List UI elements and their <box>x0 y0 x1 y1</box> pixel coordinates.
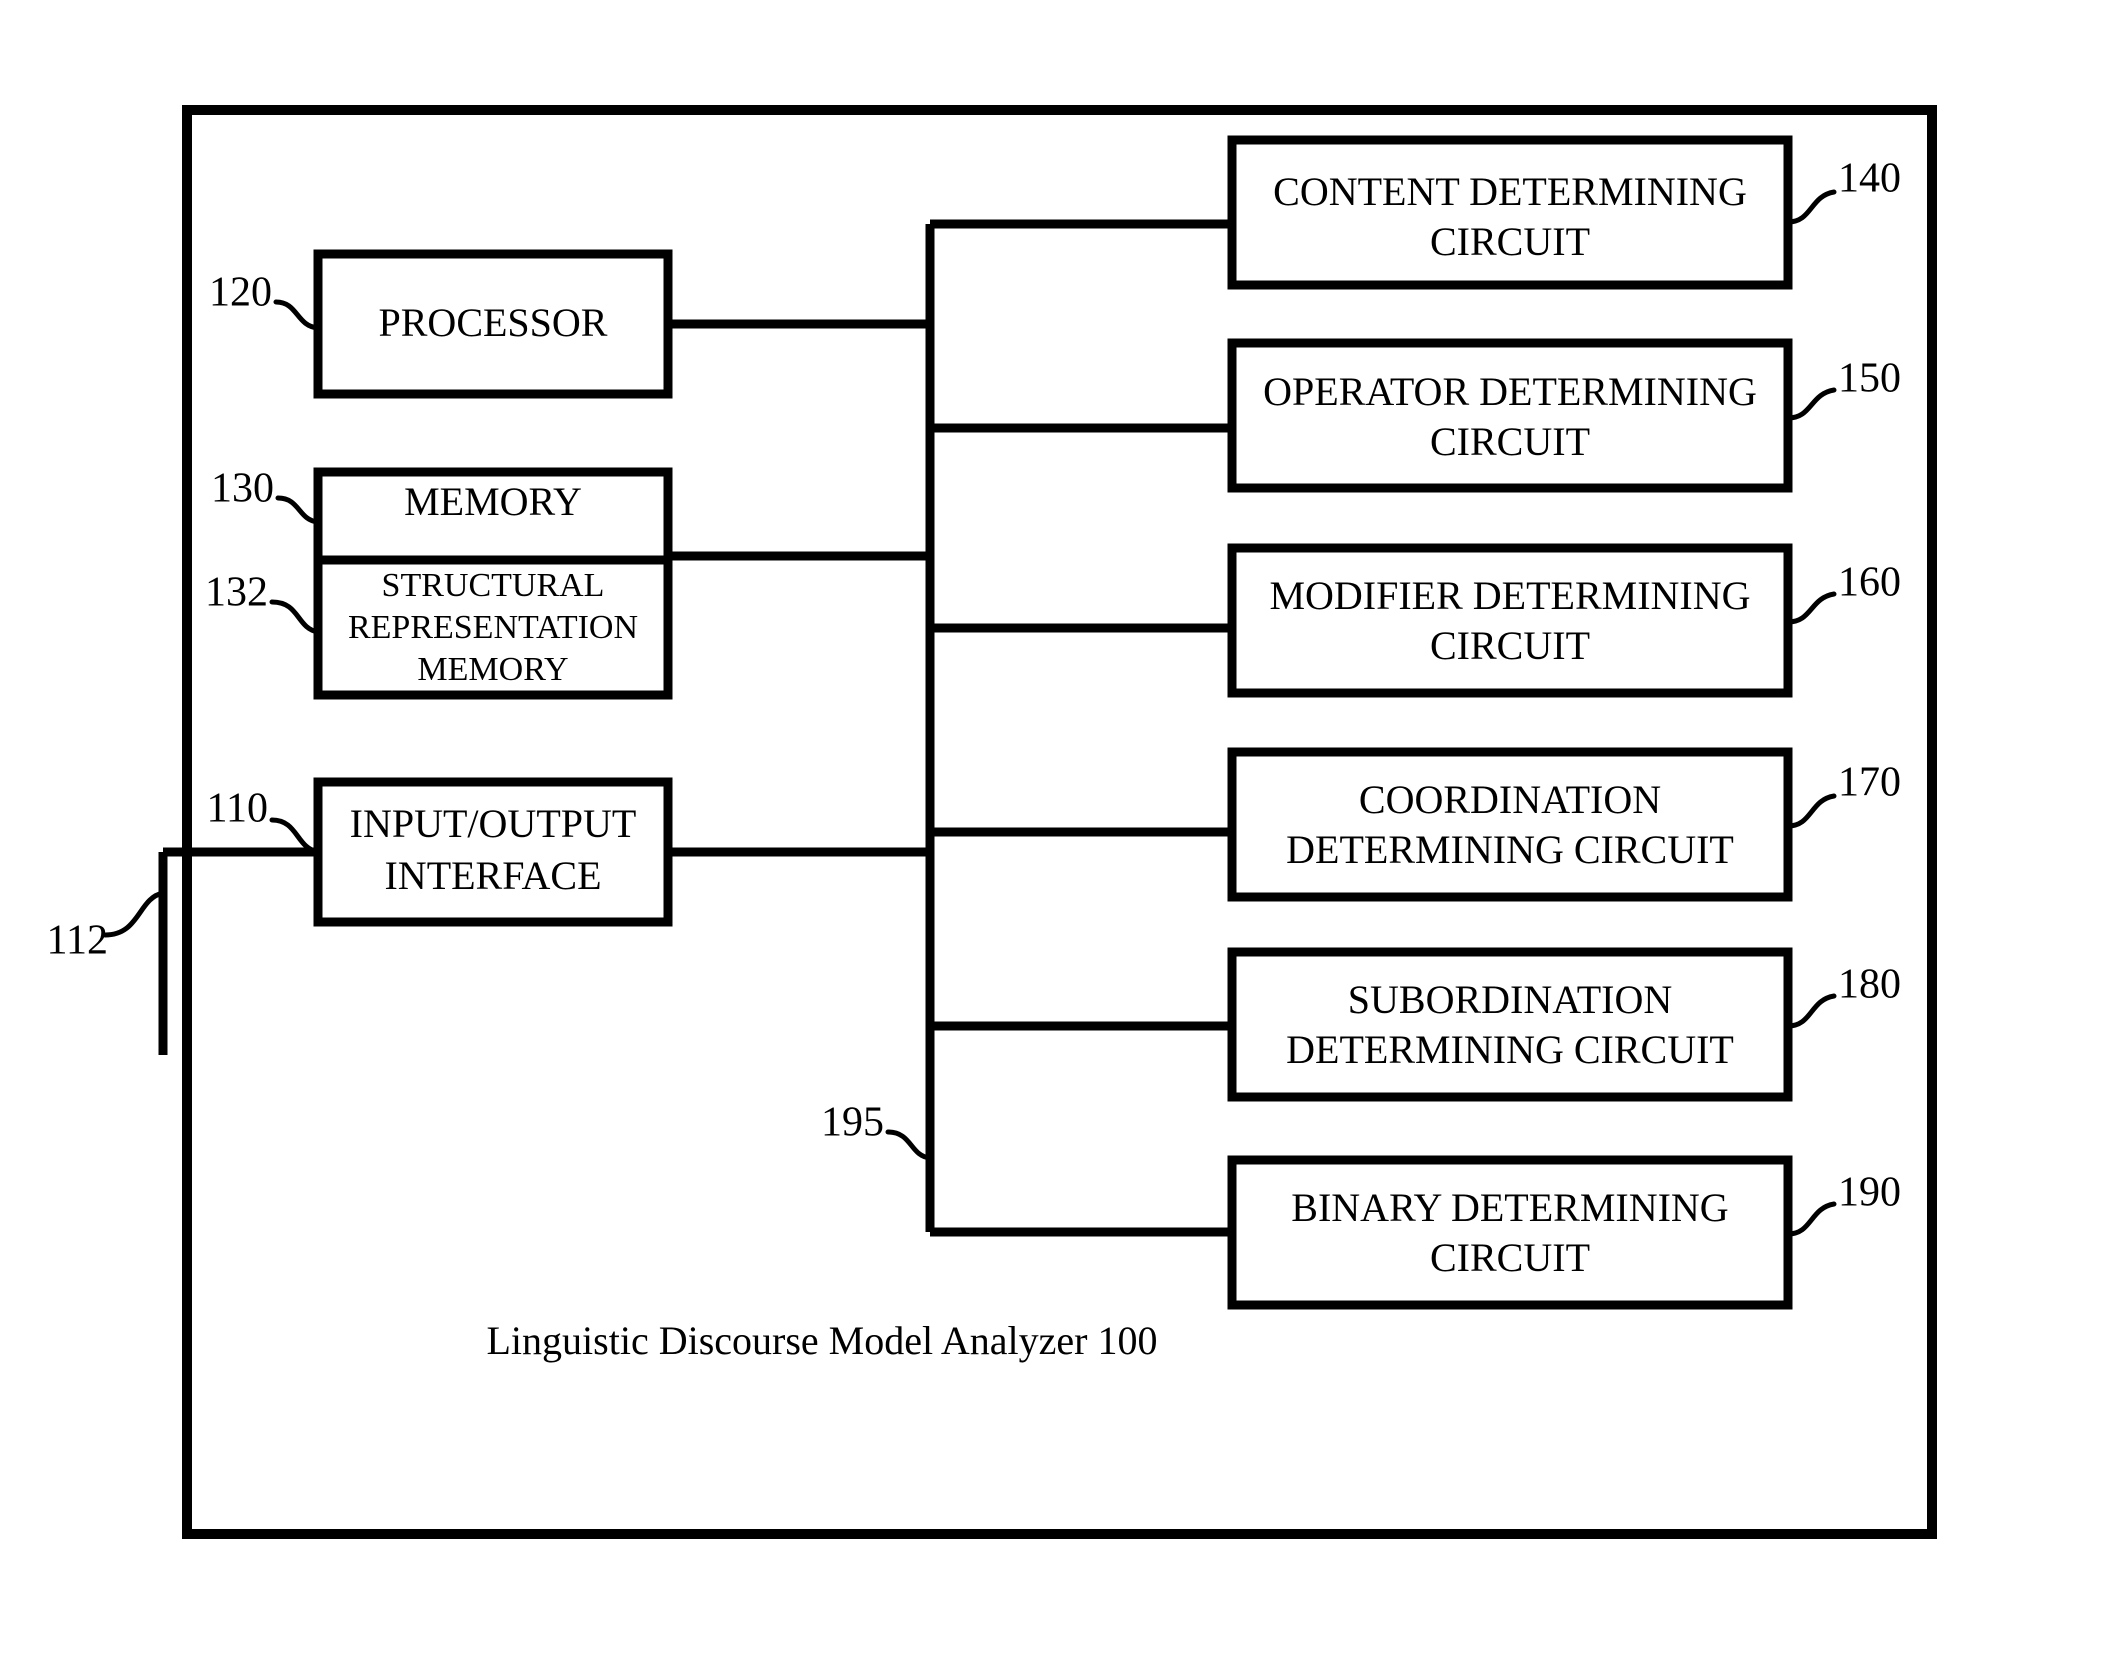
ref-num-195: 195 <box>821 1100 884 1146</box>
block-io-label-line2: INTERFACE <box>384 853 601 898</box>
block-modifier-label-line2: CIRCUIT <box>1430 623 1590 668</box>
ref-num-110: 110 <box>207 786 268 832</box>
block-operator-label-line2: CIRCUIT <box>1430 419 1590 464</box>
block-modifier-label-line1: MODIFIER DETERMINING <box>1269 573 1750 618</box>
block-processor-label: PROCESSOR <box>379 300 608 345</box>
block-diagram: 112 PROCESSOR 120 MEMORY 130 STRUCTURAL … <box>47 105 1937 1539</box>
block-subordination-label-line2: DETERMINING CIRCUIT <box>1286 1027 1734 1072</box>
block-srm-label-line1: STRUCTURAL <box>382 567 605 604</box>
block-srm-label-line2: REPRESENTATION <box>348 609 638 646</box>
figure-canvas: 112 PROCESSOR 120 MEMORY 130 STRUCTURAL … <box>0 0 2113 1657</box>
leader-112 <box>102 890 166 938</box>
ref-num-190: 190 <box>1838 1170 1901 1216</box>
block-coordination-label-line2: DETERMINING CIRCUIT <box>1286 827 1734 872</box>
ref-num-140: 140 <box>1838 156 1901 202</box>
block-modifier-determining-circuit <box>1227 543 1793 698</box>
block-subordination-label-line1: SUBORDINATION <box>1348 977 1672 1022</box>
ref-num-132: 132 <box>205 570 268 616</box>
ref-num-120: 120 <box>209 270 272 316</box>
ref-num-160: 160 <box>1838 560 1901 606</box>
block-srm-label-line3: MEMORY <box>417 651 568 688</box>
ref-num-150: 150 <box>1838 356 1901 402</box>
block-content-label-line1: CONTENT DETERMINING <box>1273 169 1747 214</box>
ref-num-170: 170 <box>1838 760 1901 806</box>
block-operator-label-line1: OPERATOR DETERMINING <box>1263 369 1757 414</box>
block-coordination-label-line1: COORDINATION <box>1359 777 1661 822</box>
block-coordination-determining-circuit <box>1227 747 1793 902</box>
block-subordination-determining-circuit <box>1227 947 1793 1102</box>
block-binary-label-line1: BINARY DETERMINING <box>1291 1185 1728 1230</box>
block-io-label-line1: INPUT/OUTPUT <box>350 801 637 846</box>
block-content-label-line2: CIRCUIT <box>1430 219 1590 264</box>
ref-num-112: 112 <box>47 918 108 964</box>
ref-num-130: 130 <box>211 466 274 512</box>
block-binary-determining-circuit <box>1227 1155 1793 1310</box>
block-operator-determining-circuit <box>1227 338 1793 493</box>
ref-num-180: 180 <box>1838 962 1901 1008</box>
block-memory-label: MEMORY <box>404 479 582 524</box>
block-binary-label-line2: CIRCUIT <box>1430 1235 1590 1280</box>
figure-caption: Linguistic Discourse Model Analyzer 100 <box>487 1318 1158 1363</box>
